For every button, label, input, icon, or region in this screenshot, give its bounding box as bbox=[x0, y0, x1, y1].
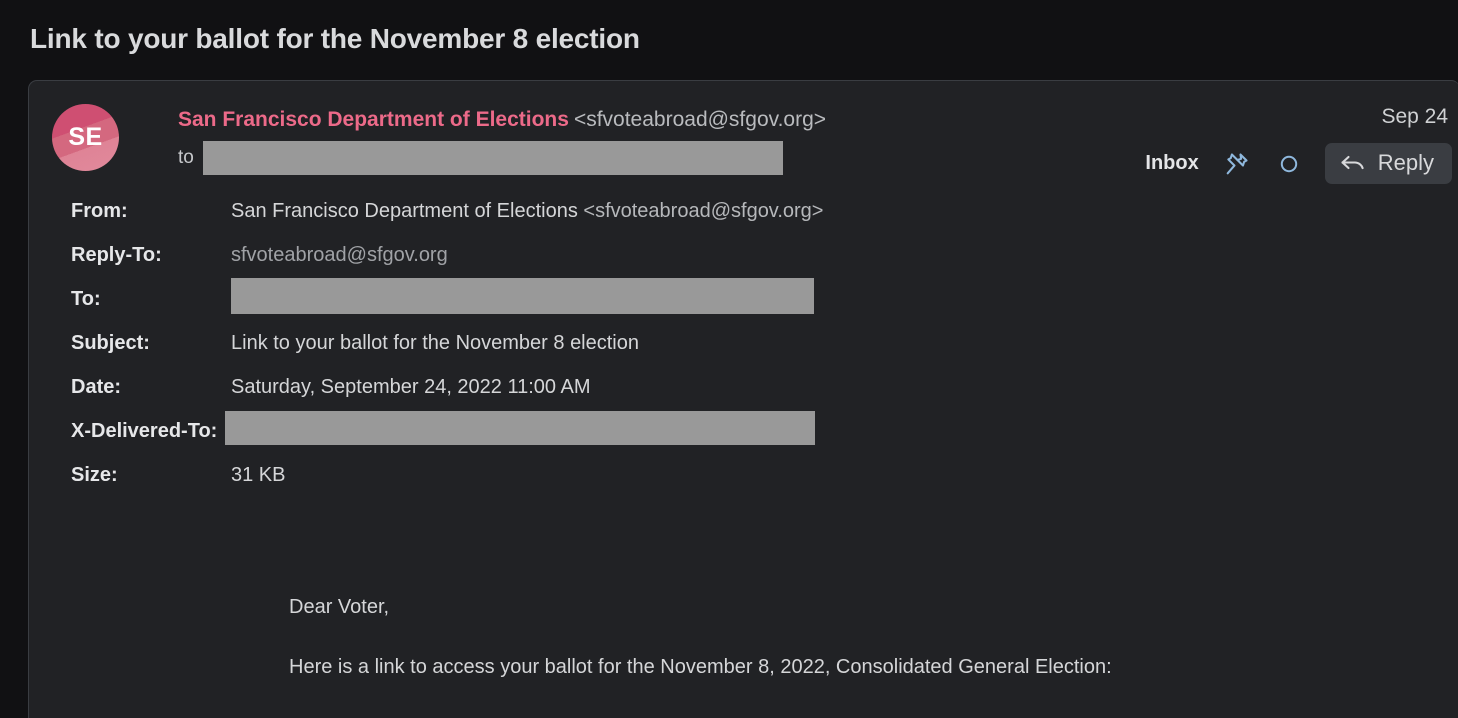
pin-icon[interactable] bbox=[1223, 150, 1251, 178]
recipient-line: to bbox=[178, 141, 826, 175]
header-label-date: Date: bbox=[71, 375, 122, 398]
header-row-subject: Subject: Link to your ballot for the Nov… bbox=[71, 321, 1458, 365]
header-row-date: Date: Saturday, September 24, 2022 11:00… bbox=[71, 365, 1458, 409]
body-greeting: Dear Voter, bbox=[289, 596, 390, 618]
message-panel: SE San Francisco Department of Elections… bbox=[28, 80, 1458, 718]
message-summary-row: SE San Francisco Department of Elections… bbox=[29, 81, 1458, 187]
reply-button[interactable]: Reply bbox=[1324, 143, 1452, 184]
header-value-x-delivered-to-redacted[interactable] bbox=[225, 411, 816, 445]
page-title: Link to your ballot for the November 8 e… bbox=[30, 23, 640, 54]
header-value-subject: Link to your ballot for the November 8 e… bbox=[231, 331, 639, 354]
sender-email[interactable]: <sfvoteabroad@sfgov.org> bbox=[574, 108, 826, 131]
header-row-from: From: San Francisco Department of Electi… bbox=[71, 189, 1458, 233]
header-row-size: Size: 31 KB bbox=[71, 453, 1458, 497]
header-value-from-email: <sfvoteabroad@sfgov.org> bbox=[583, 199, 824, 222]
header-value-date: Saturday, September 24, 2022 11:00 AM bbox=[231, 375, 591, 398]
reply-button-label: Reply bbox=[1377, 150, 1434, 175]
header-value-x-delivered-to bbox=[225, 411, 816, 451]
circle-unread-icon[interactable] bbox=[1275, 150, 1303, 178]
body-paragraph-1: Here is a link to access your ballot for… bbox=[289, 656, 1112, 678]
header-value-to-redacted[interactable] bbox=[231, 278, 814, 314]
header-row-reply-to: Reply-To: sfvoteabroad@sfgov.org bbox=[71, 233, 1458, 277]
sender-line: San Francisco Department of Elections <sf… bbox=[178, 107, 826, 133]
folder-label[interactable]: Inbox bbox=[1145, 152, 1198, 175]
header-label-x-delivered-to: X-Delivered-To: bbox=[71, 419, 218, 442]
header-value-from: San Francisco Department of Elections <s… bbox=[231, 200, 823, 223]
header-details-table: From: San Francisco Department of Electi… bbox=[29, 189, 1458, 497]
reply-arrow-icon bbox=[1339, 151, 1367, 175]
header-value-from-name: San Francisco Department of Elections bbox=[231, 199, 578, 222]
message-body: Dear Voter, Here is a link to access you… bbox=[29, 497, 1458, 681]
recipient-redacted-value[interactable] bbox=[202, 141, 783, 175]
header-label-subject: Subject: bbox=[71, 331, 150, 354]
header-value-size: 31 KB bbox=[231, 463, 286, 486]
header-row-to: To: bbox=[71, 277, 1458, 321]
header-label-to: To: bbox=[71, 287, 101, 310]
avatar-initials: SE bbox=[68, 123, 103, 151]
message-date: Sep 24 bbox=[1381, 105, 1448, 128]
header-row-x-delivered-to: X-Delivered-To: bbox=[71, 409, 1458, 453]
header-value-to bbox=[231, 278, 814, 320]
header-label-reply-to: Reply-To: bbox=[71, 243, 162, 266]
recipient-label: to bbox=[178, 147, 194, 168]
avatar: SE bbox=[52, 104, 119, 171]
sender-name[interactable]: San Francisco Department of Elections bbox=[178, 108, 569, 131]
summary-text: San Francisco Department of Elections <sf… bbox=[178, 107, 826, 175]
header-label-from: From: bbox=[71, 199, 128, 222]
header-label-size: Size: bbox=[71, 463, 118, 486]
header-value-reply-to: sfvoteabroad@sfgov.org bbox=[231, 243, 448, 266]
message-actions: Inbox Reply bbox=[1145, 143, 1452, 184]
